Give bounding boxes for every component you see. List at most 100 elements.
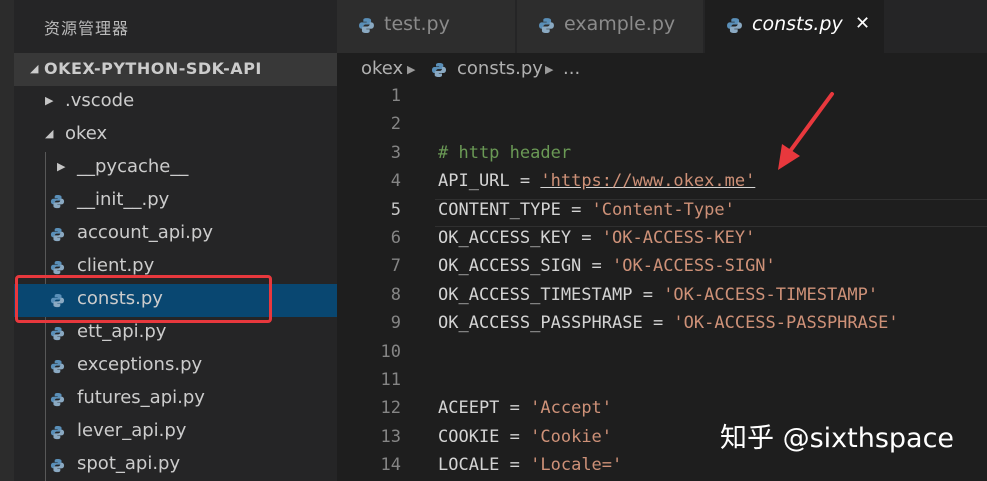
tree-file[interactable]: exceptions.py — [14, 350, 337, 383]
chevron-right-icon: ▶ — [57, 160, 66, 173]
explorer-title: 资源管理器 — [44, 19, 130, 38]
project-name: OKEX-PYTHON-SDK-API — [44, 59, 262, 78]
watermark: 知乎 @sixthspace — [720, 423, 955, 454]
python-icon — [50, 227, 65, 242]
line-number: 3 — [390, 142, 401, 163]
code-identifier: OK_ACCESS_SIGN — [438, 256, 582, 277]
line-number: 5 — [390, 199, 401, 220]
breadcrumb-more[interactable]: ... — [563, 58, 580, 79]
code-identifier: API_URL — [438, 171, 510, 192]
line-number: 1 — [390, 86, 401, 106]
tree-file[interactable]: futures_api.py — [14, 383, 337, 416]
code-line: OK_ACCESS_PASSPHRASE = 'OK-ACCESS-PASSPH… — [438, 313, 899, 334]
python-icon — [50, 359, 65, 374]
annotation-arrow-icon — [778, 92, 834, 170]
code-line: ACEEPT = 'Accept' — [438, 398, 613, 419]
tree-folder[interactable]: ▶ .vscode — [14, 86, 337, 119]
tree-item-label: client.py — [77, 255, 155, 276]
tree-item-label: okex — [65, 123, 108, 144]
tree-file[interactable]: account_api.py — [14, 218, 337, 251]
line-number: 13 — [380, 426, 401, 447]
code-identifier: OK_ACCESS_PASSPHRASE — [438, 313, 643, 334]
code-line: CONTENT_TYPE = 'Content-Type' — [438, 199, 735, 220]
code-identifier: OK_ACCESS_TIMESTAMP — [438, 284, 633, 305]
tree-file[interactable]: lever_api.py — [14, 416, 337, 449]
breadcrumb-file[interactable]: consts.py — [457, 58, 543, 79]
code-comment: # http header — [438, 142, 572, 163]
line-number: 9 — [390, 313, 401, 334]
line-number: 12 — [380, 398, 401, 419]
code-string: 'OK-ACCESS-KEY' — [601, 228, 756, 248]
python-icon — [539, 18, 554, 33]
code-string: 'https://www.okex.me' — [540, 171, 756, 192]
python-icon — [50, 458, 65, 473]
tree-item-label: account_api.py — [77, 222, 213, 243]
line-number: 11 — [380, 370, 401, 390]
line-number: 2 — [390, 114, 401, 135]
tree-item-label: ett_api.py — [77, 321, 167, 342]
close-icon[interactable]: ✕ — [855, 13, 870, 34]
code-line: COOKIE = 'Cookie' — [438, 426, 613, 447]
tree-file[interactable]: __init__.py — [14, 185, 337, 218]
annotation-highlight-box — [15, 275, 272, 323]
code-line: API_URL = 'https://www.okex.me' — [438, 171, 756, 192]
tree-item-label: .vscode — [65, 90, 135, 111]
tree-folder[interactable]: ◢ okex — [14, 119, 337, 152]
tree-folder[interactable]: ▶ __pycache__ — [14, 152, 337, 185]
explorer-sidebar: 资源管理器 ◢ OKEX-PYTHON-SDK-API ▶ .vscode ◢ oke… — [0, 0, 337, 481]
tab-consts-py[interactable]: consts.py ✕ — [705, 0, 885, 53]
tree-file[interactable]: spot_api.py — [14, 449, 337, 481]
line-number: 7 — [390, 256, 401, 277]
python-icon — [50, 194, 65, 209]
code-string: 'Locale=' — [530, 455, 623, 476]
tree-item-label: spot_api.py — [77, 453, 181, 474]
tree-item-label: __pycache__ — [77, 156, 189, 177]
tab-label: test.py — [384, 13, 450, 35]
python-icon — [50, 260, 65, 275]
code-line: LOCALE = 'Locale=' — [438, 455, 623, 476]
code-line: OK_ACCESS_TIMESTAMP = 'OK-ACCESS-TIMESTA… — [438, 284, 879, 305]
chevron-right-icon: ▶ — [545, 63, 554, 76]
tab-example-py[interactable]: example.py — [517, 0, 704, 53]
code-string: 'Content-Type' — [591, 199, 735, 220]
python-icon — [50, 425, 65, 440]
code-identifier: COOKIE — [438, 426, 500, 447]
code-identifier: OK_ACCESS_KEY — [438, 228, 572, 248]
line-number: 14 — [380, 455, 401, 476]
line-number: 4 — [390, 171, 401, 192]
code-identifier: ACEEPT — [438, 398, 500, 419]
python-icon — [50, 326, 65, 341]
tab-test-py[interactable]: test.py — [337, 0, 516, 53]
python-icon — [432, 63, 446, 77]
project-header[interactable]: ◢ OKEX-PYTHON-SDK-API — [14, 53, 337, 86]
code-string: 'Accept' — [530, 398, 613, 419]
code-string: 'Cookie' — [530, 426, 613, 447]
sidebar-edge — [0, 0, 14, 481]
line-number: 8 — [390, 284, 401, 305]
python-icon — [50, 392, 65, 407]
chevron-right-icon: ▶ — [45, 94, 54, 107]
chevron-down-icon: ◢ — [45, 127, 54, 140]
code-string: 'OK-ACCESS-SIGN' — [612, 256, 776, 277]
tab-bar: test.py example.py consts.py ✕ — [337, 0, 987, 53]
python-icon — [727, 18, 742, 33]
chevron-right-icon: ▶ — [407, 63, 416, 76]
code-string: 'OK-ACCESS-TIMESTAMP' — [663, 284, 879, 305]
code-line: OK_ACCESS_SIGN = 'OK-ACCESS-SIGN' — [438, 256, 776, 277]
code-line: OK_ACCESS_KEY = 'OK-ACCESS-KEY' — [438, 228, 756, 248]
tree-item-label: futures_api.py — [77, 387, 205, 408]
tab-label: example.py — [564, 13, 676, 35]
breadcrumb-folder[interactable]: okex — [361, 58, 403, 79]
tree-item-label: __init__.py — [77, 189, 170, 210]
line-number: 10 — [380, 341, 401, 362]
tree-item-label: exceptions.py — [77, 354, 203, 375]
code-identifier: LOCALE — [438, 455, 500, 476]
line-number: 6 — [390, 228, 401, 248]
code-identifier: CONTENT_TYPE — [438, 199, 561, 220]
code-line: # http header — [438, 143, 571, 163]
code-string: 'OK-ACCESS-PASSPHRASE' — [673, 313, 899, 334]
python-icon — [359, 18, 374, 33]
chevron-down-icon: ◢ — [30, 62, 39, 75]
tree-item-label: lever_api.py — [77, 420, 187, 441]
tab-label: consts.py — [752, 13, 843, 35]
